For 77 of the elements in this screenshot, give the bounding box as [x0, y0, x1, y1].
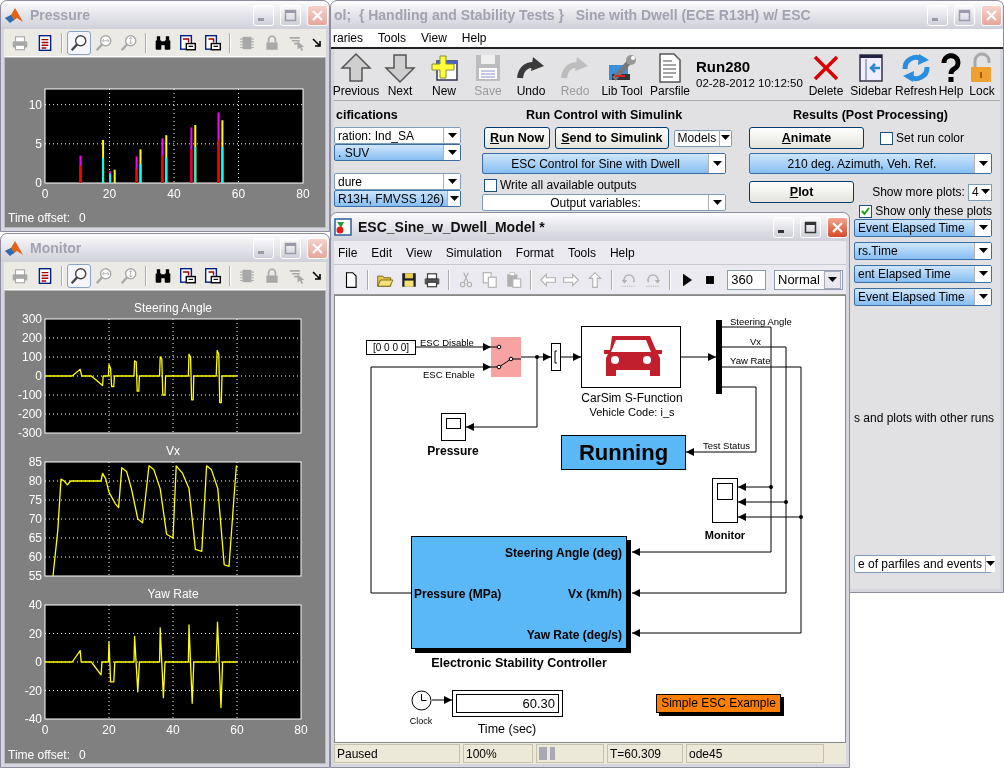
field-label: Time offset: [8, 748, 71, 762]
tick-label: 100 [21, 350, 42, 364]
plot-title: Steering Angle [133, 301, 213, 315]
tick-label: 80 [294, 723, 308, 737]
tick-label: 40 [166, 723, 180, 737]
tick-label: 10 [28, 97, 42, 112]
tick-label: 20 [102, 187, 117, 201]
tick-label: 60 [231, 187, 246, 201]
tick-label: -20 [24, 683, 42, 698]
block-label: Time (sec) [476, 722, 538, 737]
block-label: Vehicle Code: i_s [588, 406, 676, 419]
time-value: 60.30 [456, 694, 559, 713]
tick-label: -40 [24, 712, 42, 726]
tick-label: 0 [35, 369, 42, 383]
tick-label: 20 [102, 723, 116, 737]
checkbox-label: Show only these plots [875, 204, 992, 218]
field-value: 0 [79, 211, 86, 225]
block-label: Monitor [703, 529, 747, 542]
run-date: 02-28-2012 10:12:50 [696, 77, 804, 89]
checkbox-label: Write all available outputs [500, 178, 637, 192]
port-label: Pressure (MPa) [414, 587, 502, 601]
tick-label: 75 [28, 493, 42, 507]
port-label: Vx (km/h) [568, 587, 622, 601]
description-text: s and plots with other runs [854, 411, 992, 425]
status-text: T=60.309 [607, 744, 683, 763]
tick-label: 300 [21, 312, 42, 326]
tick-label: 55 [28, 569, 42, 583]
plot-title: Yaw Rate [147, 587, 199, 601]
tick-label: 0 [41, 723, 49, 737]
signal-label: Test Status [703, 440, 750, 451]
tick-label: 60 [230, 723, 244, 737]
field-value: 0 [79, 748, 86, 762]
signal-label: Steering Angle [730, 316, 792, 327]
signal-label: Yaw Rate [730, 355, 771, 366]
tick-label: 0 [41, 187, 49, 201]
port-label: Yaw Rate (deg/s) [526, 628, 622, 642]
tick-label: -200 [17, 407, 42, 421]
run-name: Run280 [696, 58, 752, 75]
field-label: Time offset: [8, 211, 71, 225]
field-label: Show more plots: [872, 185, 965, 199]
port-label: ESC Enable [423, 369, 475, 380]
status-text: Paused [334, 744, 460, 763]
tick-label: 200 [21, 331, 42, 345]
tick-label: 40 [28, 598, 42, 612]
window-title: Pressure [30, 7, 91, 23]
block-label: Clock [408, 716, 434, 727]
status-text: 100% [463, 744, 533, 763]
tick-label: 80 [296, 187, 310, 201]
tick-label: 60 [28, 550, 42, 564]
section-header: Run Control with Simulink [524, 108, 684, 122]
port-label: Steering Angle (deg) [505, 546, 622, 560]
tick-label: 85 [28, 455, 42, 469]
block-label: Electronic Stability Controller [430, 656, 608, 671]
port-label: ESC Disable [420, 337, 474, 348]
tick-label: -100 [17, 388, 42, 402]
status-text: ode45 [686, 744, 824, 763]
section-header: Results (Post Processing) [792, 108, 949, 122]
tick-label: 20 [28, 626, 42, 641]
annotation: Simple ESC Example [656, 694, 781, 713]
tick-label: 40 [167, 187, 181, 201]
tick-label: 70 [28, 512, 42, 526]
tick-label: 5 [35, 136, 42, 151]
checkbox-label: Set run color [896, 131, 965, 145]
plot-title: Vx [166, 444, 180, 458]
tick-label: -300 [17, 426, 42, 440]
window-title: ESC_Sine_w_Dwell_Model * [358, 219, 546, 235]
tick-label: 0 [35, 655, 42, 669]
status-display: Running [561, 435, 686, 470]
signal-label: Vx [750, 336, 762, 347]
tick-label: 0 [35, 176, 42, 190]
tick-label: 80 [28, 474, 42, 488]
window-title: Monitor [30, 240, 83, 256]
block-label: CarSim S-Function [580, 391, 684, 405]
block-label: Pressure [426, 444, 480, 458]
section-header: cifications [335, 108, 399, 122]
window-title: ol; { Handling and Stability Tests } Sine with Dwell (ECE R13H) w/ ESC [334, 7, 812, 23]
tick-label: 65 [28, 531, 42, 545]
